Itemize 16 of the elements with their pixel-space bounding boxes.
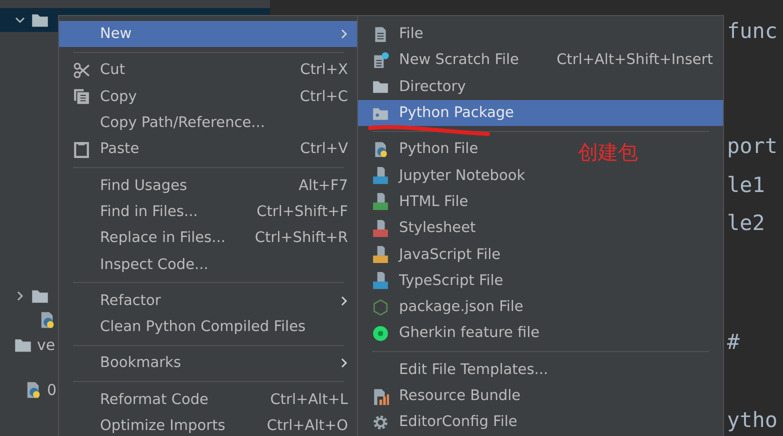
shortcut-text: Ctrl+Shift+F (256, 204, 348, 220)
code-text: # (727, 330, 740, 354)
code-text: le2 (727, 211, 765, 235)
annotation-text: 创建包 (578, 139, 638, 166)
code-text: le1 (727, 173, 765, 197)
code-text: ytho (727, 408, 778, 432)
shortcut-text: Ctrl+Alt+O (266, 418, 348, 434)
shortcut-text: Ctrl+X (300, 62, 348, 78)
shortcut-text: Ctrl+Alt+L (270, 392, 348, 408)
code-text: func (727, 19, 778, 43)
shortcut-text: Ctrl+Shift+R (254, 230, 348, 246)
shortcut-text: Ctrl+Alt+Shift+Insert (556, 52, 713, 68)
code-text: port (727, 134, 778, 158)
shortcut-text: Alt+F7 (298, 178, 348, 194)
shortcut-text: Ctrl+C (300, 88, 348, 105)
shortcut-text: Ctrl+V (300, 141, 348, 158)
